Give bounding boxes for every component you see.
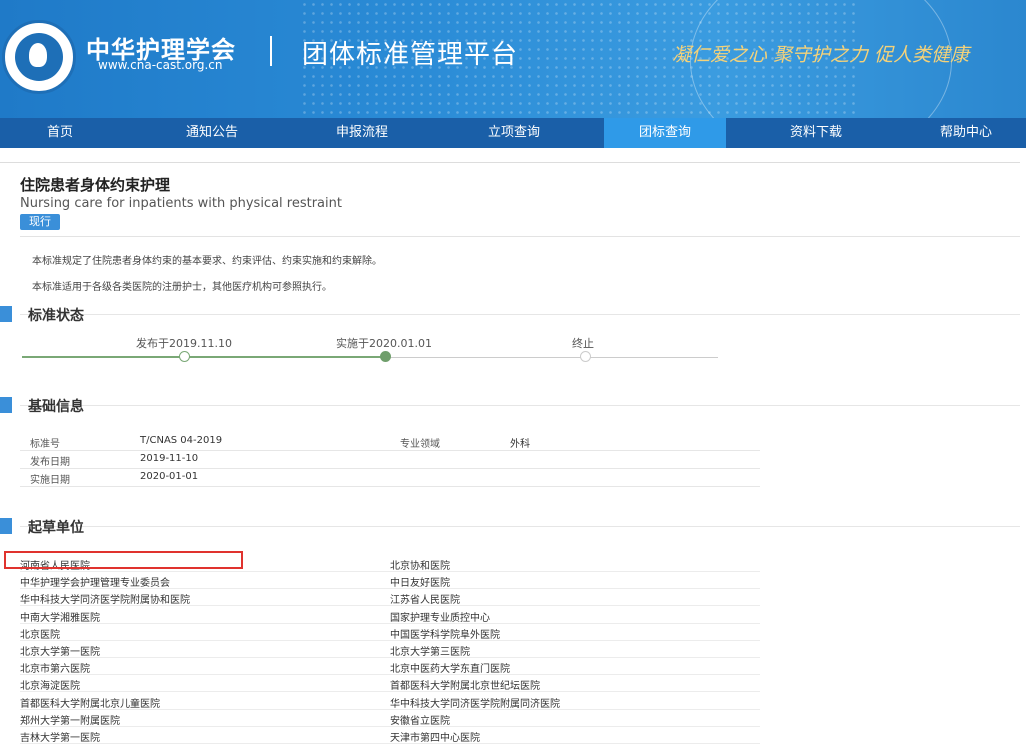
platform-title: 团体标准管理平台 (302, 40, 519, 70)
main-nav: 首页 通知公告 申报流程 立项查询 团标查询 资料下载 帮助中心 (0, 118, 1026, 148)
cna-logo-icon[interactable] (2, 20, 76, 94)
info-value: 外科 (510, 439, 530, 450)
status-badge: 现行 (20, 214, 60, 230)
info-label: 发布日期 (30, 457, 70, 468)
drafter-item: 北京海淀医院 (20, 681, 80, 693)
drafter-item: 中国医学科学院阜外医院 (390, 629, 500, 641)
drafter-item: 吉林大学第一医院 (20, 733, 100, 744)
info-row: 发布日期 2019-11-10 (20, 450, 760, 469)
section-basic-info-title: 基础信息 (28, 399, 84, 415)
highlight-box (4, 551, 243, 569)
drafter-item: 首都医科大学附属北京世纪坛医院 (390, 681, 540, 693)
timeline-progress (22, 356, 386, 358)
section-marker (0, 518, 12, 534)
section-status-title: 标准状态 (28, 308, 84, 324)
section-drafters-title: 起草单位 (28, 520, 84, 536)
drafter-item: 国家护理专业质控中心 (390, 612, 490, 624)
drafter-item: 中南大学湘雅医院 (20, 612, 100, 624)
drafter-item: 华中科技大学同济医学院附属协和医院 (20, 595, 190, 607)
drafter-item: 安徽省立医院 (390, 715, 450, 727)
standard-description-scope: 本标准规定了住院患者身体约束的基本要求、约束评估、约束实施和约束解除。 (32, 256, 382, 267)
header-divider (270, 36, 272, 66)
timeline-label-implemented: 实施于2020.01.01 (336, 337, 432, 350)
timeline-dot-terminated (580, 351, 591, 362)
drafter-item: 首都医科大学附属北京儿童医院 (20, 698, 160, 710)
site-header: 中华护理学会 www.cna-cast.org.cn 团体标准管理平台 凝仁爱之… (0, 0, 1026, 118)
drafter-item: 中日友好医院 (390, 578, 450, 590)
info-row: 标准号 T/CNAS 04-2019 专业领域 外科 (20, 432, 760, 451)
section-marker (0, 397, 12, 413)
content-top-border (0, 162, 1020, 163)
drafter-item: 江苏省人民医院 (390, 595, 460, 607)
info-label: 标准号 (30, 439, 60, 450)
standard-title-en: Nursing care for inpatients with physica… (20, 196, 342, 211)
nav-help[interactable]: 帮助中心 (906, 118, 1026, 148)
divider (20, 236, 1020, 237)
drafter-item: 中华护理学会护理管理专业委员会 (20, 578, 170, 590)
slogan: 凝仁爱之心 聚守护之力 促人类健康 (672, 44, 970, 66)
drafter-item: 北京大学第一医院 (20, 647, 100, 658)
info-row: 实施日期 2020-01-01 (20, 468, 760, 487)
nav-process[interactable]: 申报流程 (300, 118, 424, 148)
nav-notices[interactable]: 通知公告 (150, 118, 274, 148)
section-marker (0, 306, 12, 322)
section-divider (20, 405, 1020, 406)
info-value: 2019-11-10 (140, 453, 199, 464)
drafter-item: 天津市第四中心医院 (390, 733, 480, 744)
org-url: www.cna-cast.org.cn (98, 58, 223, 72)
nav-standard-query[interactable]: 团标查询 (604, 118, 726, 148)
drafter-item: 北京市第六医院 (20, 664, 90, 676)
timeline-dot-published (179, 351, 190, 362)
section-divider (20, 526, 1020, 527)
drafter-item: 华中科技大学同济医学院附属同济医院 (390, 698, 560, 710)
nav-project-query[interactable]: 立项查询 (452, 118, 576, 148)
drafter-item: 北京协和医院 (390, 561, 450, 572)
section-divider (20, 314, 1020, 315)
info-label: 专业领域 (400, 439, 440, 450)
drafter-item: 北京大学第三医院 (390, 647, 470, 658)
timeline-label-terminated: 终止 (572, 337, 594, 350)
timeline-label-published: 发布于2019.11.10 (136, 337, 232, 350)
drafter-item: 郑州大学第一附属医院 (20, 715, 120, 727)
info-value: T/CNAS 04-2019 (140, 435, 223, 446)
drafter-item: 北京医院 (20, 629, 60, 641)
timeline-dot-implemented (380, 351, 391, 362)
drafter-item: 北京中医药大学东直门医院 (390, 664, 510, 676)
standard-title-cn: 住院患者身体约束护理 (20, 176, 171, 194)
info-value: 2020-01-01 (140, 471, 199, 482)
info-label: 实施日期 (30, 475, 70, 486)
nav-downloads[interactable]: 资料下载 (756, 118, 876, 148)
standard-description-applicability: 本标准适用于各级各类医院的注册护士，其他医疗机构可参照执行。 (32, 282, 332, 293)
nav-home[interactable]: 首页 (0, 118, 120, 148)
